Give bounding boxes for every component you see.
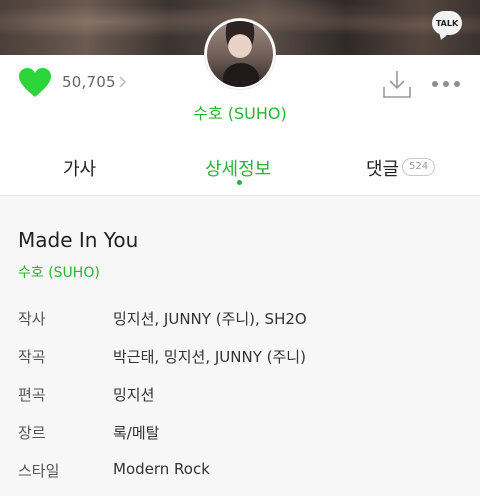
info-label: 작사	[18, 310, 46, 328]
more-icon[interactable]	[431, 77, 461, 91]
tab-lyrics[interactable]: 가사	[63, 155, 96, 181]
info-label: 작곡	[18, 348, 46, 366]
comment-count-badge: 524	[402, 158, 436, 176]
active-tab-indicator	[237, 180, 242, 185]
tab-detail-info[interactable]: 상세정보	[205, 155, 271, 181]
info-value: 밍지션	[113, 386, 155, 404]
chevron-right-icon[interactable]	[118, 75, 128, 89]
info-row-lyricist: 작사 밍지션, JUNNY (주니), SH2O	[18, 308, 468, 332]
info-row-genre: 장르 록/메탈	[18, 422, 468, 446]
tab-bar: 가사 상세정보 댓글 524	[0, 145, 480, 195]
talk-bubble-icon[interactable]: TALK	[432, 11, 462, 35]
artist-avatar[interactable]	[205, 19, 275, 89]
info-row-composer: 작곡 박근태, 밍지션, JUNNY (주니)	[18, 346, 468, 370]
like-count[interactable]: 50,705	[62, 73, 116, 91]
artist-name[interactable]: 수호 (SUHO)	[0, 100, 480, 124]
info-value: 박근태, 밍지션, JUNNY (주니)	[113, 348, 306, 366]
info-value: Modern Rock	[113, 460, 210, 478]
heart-icon[interactable]	[18, 67, 52, 99]
song-artist-link[interactable]: 수호 (SUHO)	[18, 262, 100, 282]
song-title: Made In You	[18, 228, 139, 252]
song-detail-panel: Made In You 수호 (SUHO) 작사 밍지션, JUNNY (주니)…	[0, 196, 480, 496]
artist-photo	[207, 21, 273, 87]
info-value: 밍지션, JUNNY (주니), SH2O	[113, 310, 307, 328]
info-label: 스타일	[18, 462, 60, 480]
info-value: 록/메탈	[113, 424, 160, 442]
info-row-arranger: 편곡 밍지션	[18, 384, 468, 408]
download-icon[interactable]	[381, 68, 413, 100]
info-label: 편곡	[18, 386, 46, 404]
info-row-style: 스타일 Modern Rock	[18, 460, 468, 484]
tab-comments[interactable]: 댓글	[366, 155, 399, 181]
info-label: 장르	[18, 424, 46, 442]
